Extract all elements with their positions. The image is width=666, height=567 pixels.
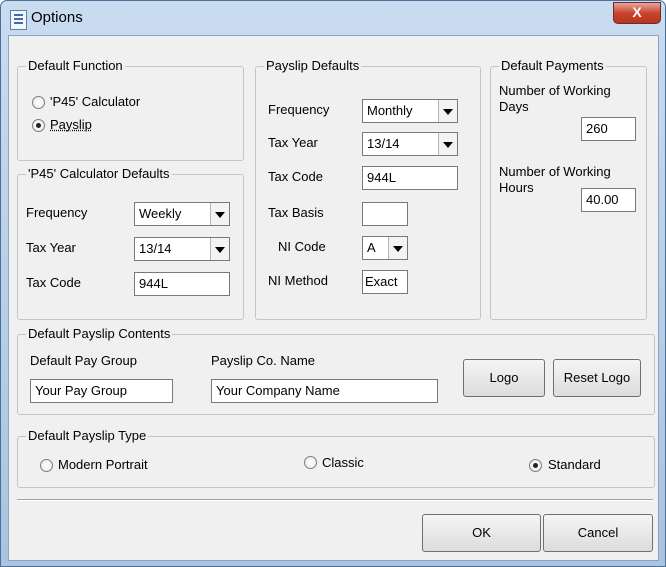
default-function-group: Default Function 'P45' Calculator Paysli…: [17, 58, 244, 161]
chevron-down-icon[interactable]: [438, 100, 457, 122]
ni-code-label: NI Code: [278, 239, 326, 254]
p45-tax-year-label: Tax Year: [26, 240, 76, 255]
chevron-down-icon[interactable]: [438, 133, 457, 155]
classic-radio[interactable]: [304, 456, 317, 469]
working-days-label-line2: Days: [499, 99, 529, 114]
pay-group-input[interactable]: Your Pay Group: [30, 379, 173, 403]
payslip-label: Payslip: [50, 117, 92, 132]
options-dialog: Options X Default Function 'P45' Calcula…: [0, 0, 666, 567]
payslip-contents-legend: Default Payslip Contents: [26, 326, 173, 341]
p45-frequency-select[interactable]: Weekly: [134, 202, 230, 226]
close-icon: X: [632, 4, 642, 20]
p45-tax-code-input[interactable]: 944L: [134, 272, 230, 296]
working-hours-label-line1: Number of Working: [499, 164, 611, 179]
payslip-tax-year-label: Tax Year: [268, 135, 318, 150]
working-days-input[interactable]: 260: [581, 117, 636, 141]
logo-button[interactable]: Logo: [463, 359, 545, 397]
dialog-body: Default Function 'P45' Calculator Paysli…: [8, 35, 659, 561]
working-hours-input[interactable]: 40.00: [581, 188, 636, 212]
payslip-type-legend: Default Payslip Type: [26, 428, 149, 443]
tax-basis-input[interactable]: [362, 202, 408, 226]
window-title: Options: [31, 9, 83, 26]
co-name-input[interactable]: Your Company Name: [211, 379, 438, 403]
tax-basis-label: Tax Basis: [268, 205, 324, 220]
payslip-defaults-group: Payslip Defaults Frequency Monthly Tax Y…: [255, 58, 481, 320]
ni-method-label: NI Method: [268, 273, 328, 288]
co-name-label: Payslip Co. Name: [211, 353, 316, 368]
ni-code-select[interactable]: A: [362, 236, 408, 260]
working-hours-label-line2: Hours: [499, 180, 534, 195]
close-button[interactable]: X: [613, 2, 661, 24]
standard-label: Standard: [548, 457, 601, 472]
title-bar[interactable]: Options X: [1, 1, 665, 35]
cancel-button[interactable]: Cancel: [543, 514, 653, 552]
standard-radio[interactable]: [529, 459, 542, 472]
p45-frequency-label: Frequency: [26, 205, 88, 220]
default-function-legend: Default Function: [26, 58, 125, 73]
default-payments-legend: Default Payments: [499, 58, 606, 73]
payslip-radio[interactable]: [32, 119, 45, 132]
default-payments-group: Default Payments Number of Working Days …: [490, 58, 647, 320]
p45-tax-year-select[interactable]: 13/14: [134, 237, 230, 261]
payslip-tax-year-select[interactable]: 13/14: [362, 132, 458, 156]
modern-portrait-radio[interactable]: [40, 459, 53, 472]
pay-group-label: Default Pay Group: [30, 353, 137, 368]
payslip-frequency-select[interactable]: Monthly: [362, 99, 458, 123]
modern-portrait-label: Modern Portrait: [58, 457, 148, 472]
classic-label: Classic: [322, 455, 364, 470]
payslip-defaults-legend: Payslip Defaults: [264, 58, 362, 73]
ok-button[interactable]: OK: [422, 514, 541, 552]
payslip-frequency-label: Frequency: [268, 102, 330, 117]
chevron-down-icon[interactable]: [210, 238, 229, 260]
chevron-down-icon[interactable]: [388, 237, 407, 259]
chevron-down-icon[interactable]: [210, 203, 229, 225]
options-app-icon: [10, 10, 27, 30]
p45-defaults-legend: 'P45' Calculator Defaults: [26, 166, 172, 181]
p45-calculator-label: 'P45' Calculator: [50, 94, 141, 109]
payslip-tax-code-label: Tax Code: [268, 169, 323, 184]
payslip-tax-code-input[interactable]: 944L: [362, 166, 458, 190]
p45-defaults-group: 'P45' Calculator Defaults Frequency Week…: [17, 166, 244, 320]
p45-calculator-radio[interactable]: [32, 96, 45, 109]
reset-logo-button[interactable]: Reset Logo: [553, 359, 641, 397]
footer-separator: [17, 499, 653, 501]
p45-tax-code-label: Tax Code: [26, 275, 81, 290]
payslip-type-group: Default Payslip Type Modern Portrait Cla…: [17, 428, 655, 488]
ni-method-input[interactable]: Exact: [362, 270, 408, 294]
payslip-contents-group: Default Payslip Contents Default Pay Gro…: [17, 326, 655, 415]
working-days-label-line1: Number of Working: [499, 83, 611, 98]
